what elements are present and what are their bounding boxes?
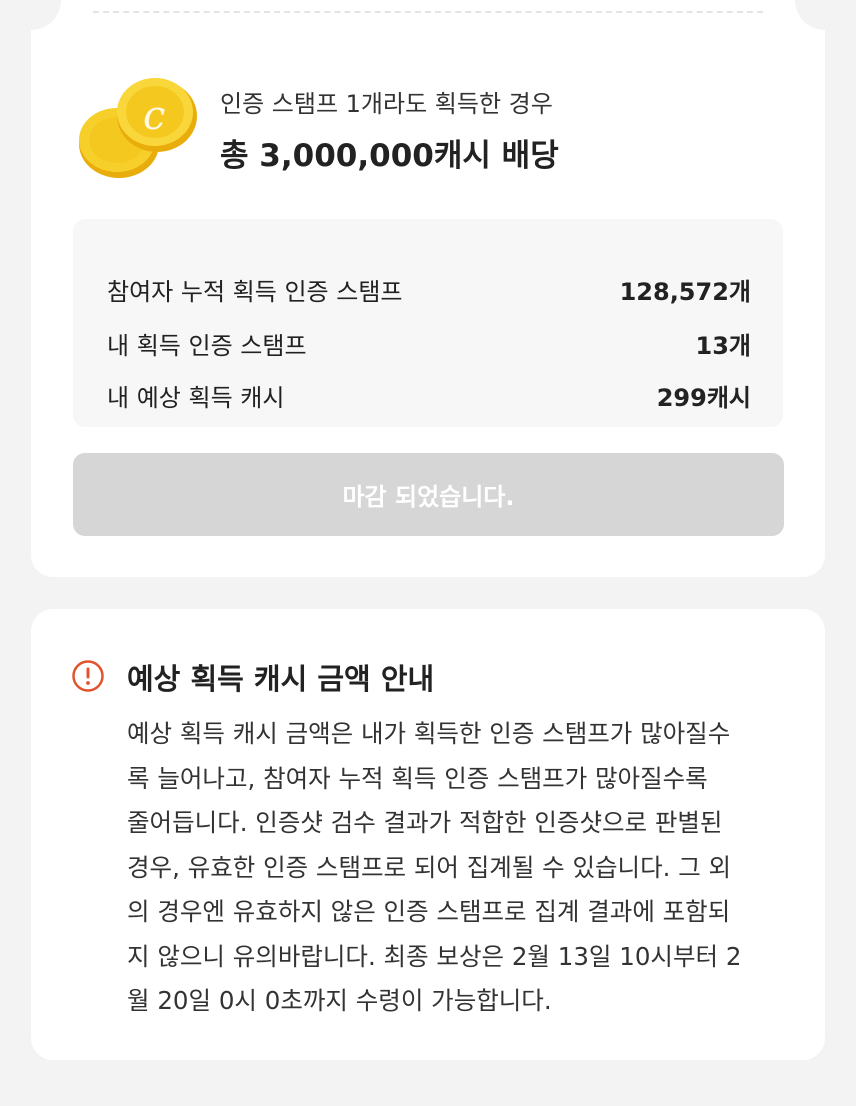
info-body-line: 줄어듭니다. 인증샷 검수 결과가 적합한 인증샷으로 판별된 (127, 808, 723, 837)
info-title: 예상 획득 캐시 금액 안내 (127, 662, 435, 696)
ticket-notch-right (795, 0, 855, 30)
ticket-notch-left (1, 0, 61, 30)
closed-button[interactable]: 마감 되었습니다. (73, 453, 784, 536)
stat-row-total-stamps: 참여자 누적 획득 인증 스탬프 128,572개 (107, 271, 751, 307)
stat-row-my-stamps: 내 획득 인증 스탬프 13개 (107, 325, 751, 361)
stat-value: 128,572개 (619, 277, 751, 306)
stamp-stats-box: 참여자 누적 획득 인증 스탬프 128,572개 내 획득 인증 스탬프 13… (73, 219, 783, 427)
promo-title: 총 3,000,000캐시 배당 (220, 138, 559, 174)
stat-value: 13개 (695, 331, 751, 360)
info-body-line: 의 경우엔 유효하지 않은 인증 스탬프로 집계 결과에 포함되 (127, 897, 731, 926)
info-body: 예상 획득 캐시 금액은 내가 획득한 인증 스탬프가 많아질수 록 늘어나고,… (127, 712, 787, 1024)
stat-value: 299캐시 (656, 383, 751, 412)
coin-icon: c (77, 74, 197, 184)
stamp-reward-card: c 인증 스탬프 1개라도 획득한 경우 총 3,000,000캐시 배당 참여… (1, 0, 855, 577)
info-body-line: 록 늘어나고, 참여자 누적 획득 인증 스탬프가 많아질수록 (127, 763, 708, 793)
svg-text:c: c (143, 93, 165, 139)
stat-label: 내 예상 획득 캐시 (107, 383, 285, 412)
info-body-line: 지 않으니 유의바랍니다. 최종 보상은 2월 13일 10시부터 2 (127, 941, 742, 971)
cash-info-card: 예상 획득 캐시 금액 안내 예상 획득 캐시 금액은 내가 획득한 인증 스탬… (31, 609, 825, 1060)
promo-subtitle: 인증 스탬프 1개라도 획득한 경우 (220, 90, 553, 118)
stat-label: 참여자 누적 획득 인증 스탬프 (107, 277, 403, 306)
info-body-line: 예상 획득 캐시 금액은 내가 획득한 인증 스탬프가 많아질수 (127, 719, 731, 748)
stat-label: 내 획득 인증 스탬프 (107, 331, 307, 360)
info-body-line: 경우, 유효한 인증 스탬프로 되어 집계될 수 있습니다. 그 외 (127, 852, 732, 882)
dashed-divider (93, 11, 763, 13)
alert-circle-icon (71, 659, 105, 693)
info-body-line: 월 20일 0시 0초까지 수령이 가능합니다. (127, 986, 552, 1015)
stat-row-expected-cash: 내 예상 획득 캐시 299캐시 (107, 377, 751, 413)
